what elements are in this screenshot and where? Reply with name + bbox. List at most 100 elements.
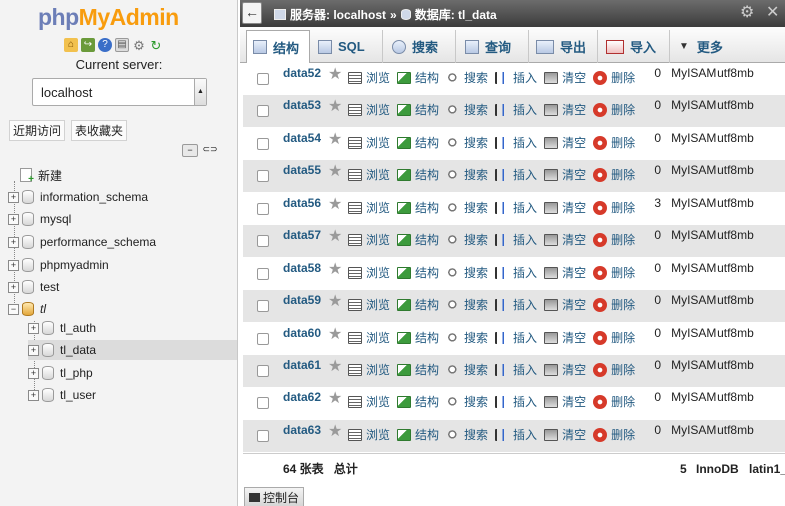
favorite-star-icon[interactable]: ★ [328, 63, 348, 84]
action-insert[interactable]: 插入 [495, 63, 537, 86]
table-name-link[interactable]: data61 [283, 355, 328, 372]
favorite-star-icon[interactable]: ★ [328, 193, 348, 214]
action-drop[interactable]: 删除 [593, 258, 635, 281]
action-drop[interactable]: 删除 [593, 355, 635, 378]
action-empty[interactable]: 清空 [544, 95, 586, 118]
favorite-star-icon[interactable]: ★ [328, 290, 348, 311]
table-name-link[interactable]: data62 [283, 387, 328, 404]
favorite-star-icon[interactable]: ★ [328, 355, 348, 376]
action-drop[interactable]: 删除 [593, 128, 635, 151]
action-browse[interactable]: 浏览 [348, 160, 390, 183]
tree-table-tl-php[interactable]: + tl_php [28, 363, 93, 383]
row-checkbox[interactable] [257, 300, 269, 312]
action-empty[interactable]: 清空 [544, 193, 586, 216]
expand-icon[interactable]: + [28, 322, 39, 334]
action-search[interactable]: 搜索 [446, 63, 488, 86]
tab-favorites[interactable]: 表收藏夹 [71, 120, 128, 141]
action-drop[interactable]: 删除 [593, 420, 635, 443]
action-structure[interactable]: 结构 [397, 387, 439, 410]
tree-db-information-schema[interactable]: + information_schema [8, 187, 148, 207]
close-icon[interactable]: ✕ [766, 2, 779, 22]
action-search[interactable]: 搜索 [446, 387, 488, 410]
action-empty[interactable]: 清空 [544, 258, 586, 281]
row-checkbox[interactable] [257, 397, 269, 409]
action-insert[interactable]: 插入 [495, 258, 537, 281]
reload-icon[interactable]: ↻ [149, 38, 163, 52]
tree-db-tl[interactable]: − tl [8, 299, 46, 319]
table-name-link[interactable]: data53 [283, 95, 328, 112]
expand-icon[interactable]: + [8, 236, 19, 248]
tab-query[interactable]: 查询 [459, 30, 529, 63]
action-insert[interactable]: 插入 [495, 193, 537, 216]
favorite-star-icon[interactable]: ★ [328, 323, 348, 344]
action-search[interactable]: 搜索 [446, 258, 488, 281]
link-icon[interactable]: ⊂⊃ [202, 144, 218, 157]
expand-icon[interactable]: + [28, 389, 39, 401]
expand-icon[interactable]: + [8, 191, 19, 203]
expand-icon[interactable]: + [8, 213, 19, 225]
tree-db-phpmyadmin[interactable]: + phpmyadmin [8, 255, 109, 275]
row-checkbox[interactable] [257, 105, 269, 117]
action-drop[interactable]: 删除 [593, 387, 635, 410]
tree-new-database[interactable]: 新建 [20, 165, 62, 185]
action-search[interactable]: 搜索 [446, 290, 488, 313]
action-structure[interactable]: 结构 [397, 290, 439, 313]
action-empty[interactable]: 清空 [544, 225, 586, 248]
action-insert[interactable]: 插入 [495, 355, 537, 378]
tab-search[interactable]: 搜索 [386, 30, 456, 63]
action-insert[interactable]: 插入 [495, 290, 537, 313]
action-insert[interactable]: 插入 [495, 128, 537, 151]
action-insert[interactable]: 插入 [495, 95, 537, 118]
tab-import[interactable]: 导入 [600, 30, 670, 63]
tree-table-tl-data[interactable]: + tl_data [28, 340, 237, 360]
settings-icon[interactable]: ⚙ [132, 38, 146, 52]
action-insert[interactable]: 插入 [495, 420, 537, 443]
action-search[interactable]: 搜索 [446, 225, 488, 248]
action-structure[interactable]: 结构 [397, 258, 439, 281]
action-search[interactable]: 搜索 [446, 160, 488, 183]
breadcrumb-server[interactable]: 服务器: localhost [290, 6, 386, 23]
logout-icon[interactable]: ↪ [81, 38, 95, 52]
action-empty[interactable]: 清空 [544, 323, 586, 346]
action-drop[interactable]: 删除 [593, 63, 635, 86]
action-browse[interactable]: 浏览 [348, 95, 390, 118]
action-browse[interactable]: 浏览 [348, 128, 390, 151]
table-name-link[interactable]: data57 [283, 225, 328, 242]
docs-icon[interactable]: ▤ [115, 38, 129, 52]
row-checkbox[interactable] [257, 365, 269, 377]
action-browse[interactable]: 浏览 [348, 193, 390, 216]
action-insert[interactable]: 插入 [495, 323, 537, 346]
tree-table-tl-auth[interactable]: + tl_auth [28, 318, 96, 338]
table-name-link[interactable]: data59 [283, 290, 328, 307]
action-structure[interactable]: 结构 [397, 225, 439, 248]
action-browse[interactable]: 浏览 [348, 355, 390, 378]
action-empty[interactable]: 清空 [544, 63, 586, 86]
action-drop[interactable]: 删除 [593, 95, 635, 118]
expand-icon[interactable]: + [8, 281, 19, 293]
tab-more[interactable]: ▼ 更多 [673, 30, 741, 63]
action-empty[interactable]: 清空 [544, 420, 586, 443]
favorite-star-icon[interactable]: ★ [328, 128, 348, 149]
action-empty[interactable]: 清空 [544, 160, 586, 183]
expand-icon[interactable]: + [28, 367, 39, 379]
action-drop[interactable]: 删除 [593, 160, 635, 183]
breadcrumb-database[interactable]: 数据库: tl_data [415, 6, 497, 23]
action-structure[interactable]: 结构 [397, 420, 439, 443]
tree-db-performance-schema[interactable]: + performance_schema [8, 232, 156, 252]
collapse-icon[interactable]: − [8, 303, 19, 315]
row-checkbox[interactable] [257, 430, 269, 442]
action-structure[interactable]: 结构 [397, 63, 439, 86]
action-structure[interactable]: 结构 [397, 193, 439, 216]
row-checkbox[interactable] [257, 268, 269, 280]
favorite-star-icon[interactable]: ★ [328, 225, 348, 246]
table-name-link[interactable]: data58 [283, 258, 328, 275]
action-structure[interactable]: 结构 [397, 160, 439, 183]
action-empty[interactable]: 清空 [544, 128, 586, 151]
tree-db-mysql[interactable]: + mysql [8, 209, 71, 229]
action-structure[interactable]: 结构 [397, 128, 439, 151]
action-browse[interactable]: 浏览 [348, 290, 390, 313]
action-search[interactable]: 搜索 [446, 128, 488, 151]
action-structure[interactable]: 结构 [397, 355, 439, 378]
action-drop[interactable]: 删除 [593, 225, 635, 248]
action-empty[interactable]: 清空 [544, 387, 586, 410]
